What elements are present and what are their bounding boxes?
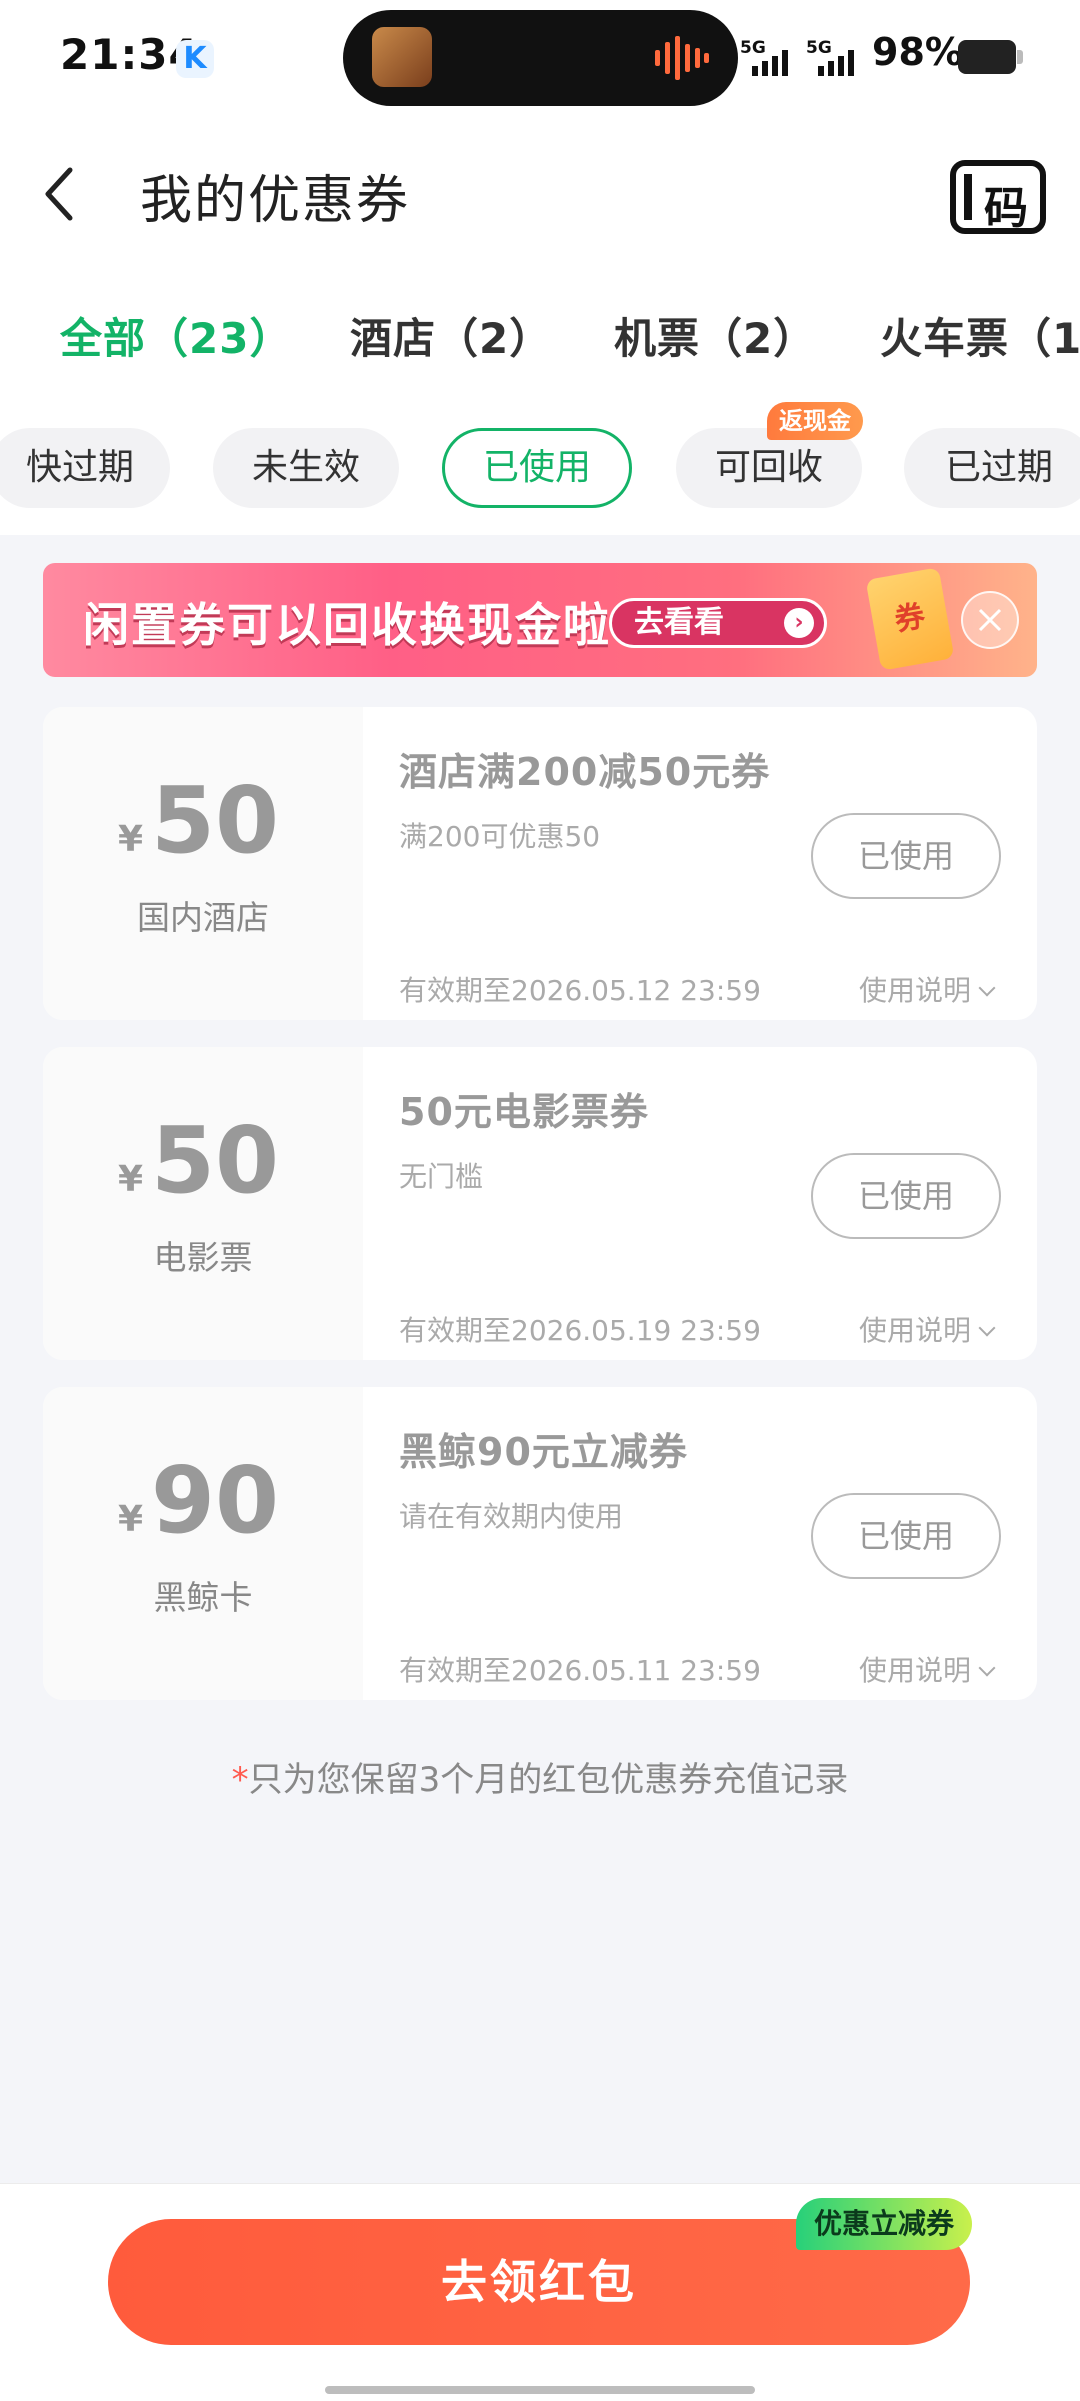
signal-2-icon	[818, 50, 854, 76]
coupon-validity: 有效期至2026.05.12 23:59	[399, 974, 761, 1007]
coupon-title: 酒店满200减50元券	[399, 750, 771, 794]
page-title: 我的优惠券	[140, 171, 411, 231]
tab-hotel[interactable]: 酒店（2）	[350, 305, 552, 366]
coupon-ticket-icon: 券	[865, 567, 955, 671]
close-icon	[978, 608, 1002, 632]
note-asterisk: *	[231, 1760, 249, 1800]
member-code-label: 码	[984, 183, 1028, 234]
chevron-down-icon	[978, 1319, 996, 1337]
coupon-category: 黑鲸卡	[153, 1578, 253, 1617]
chevron-down-icon	[978, 979, 996, 997]
currency-symbol: ¥	[118, 1499, 144, 1540]
coupon-amount: 50	[151, 767, 280, 874]
usage-instructions-link[interactable]: 使用说明	[859, 1649, 996, 1689]
battery-percent: 98%	[872, 30, 963, 74]
usage-instructions-label: 使用说明	[859, 1314, 972, 1347]
coupon-validity: 有效期至2026.05.11 23:59	[399, 1654, 761, 1687]
discount-tag: 优惠立减券	[796, 2198, 973, 2250]
usage-instructions-link[interactable]: 使用说明	[859, 969, 996, 1009]
music-cover-icon	[372, 27, 432, 87]
member-code-button[interactable]: 码	[950, 160, 1046, 234]
coupon-value-panel: ¥ 90 黑鲸卡	[43, 1387, 363, 1700]
currency-symbol: ¥	[118, 1159, 144, 1200]
note-text: 只为您保留3个月的红包优惠券充值记录	[248, 1760, 849, 1800]
coupon-status-button[interactable]: 已使用	[811, 813, 1001, 899]
banner-view-label: 去看看	[634, 605, 724, 640]
coupon-card[interactable]: ¥ 50 国内酒店 酒店满200减50元券 满200可优惠50 已使用 有效期至…	[43, 707, 1037, 1020]
battery-tip-icon	[1017, 50, 1023, 64]
tab-flight[interactable]: 机票（2）	[614, 305, 816, 366]
app-notification-icon: K	[176, 40, 214, 78]
filter-not-active[interactable]: 未生效	[213, 428, 399, 508]
coupon-title: 黑鲸90元立减券	[399, 1430, 688, 1474]
banner-close-button[interactable]	[961, 591, 1019, 649]
back-arrow-icon[interactable]	[40, 162, 86, 226]
cashback-badge: 返现金	[767, 402, 863, 440]
coupon-status-button[interactable]: 已使用	[811, 1153, 1001, 1239]
coupon-value-panel: ¥ 50 电影票	[43, 1047, 363, 1360]
coupon-condition: 无门槛	[399, 1160, 484, 1193]
coupon-amount: 90	[151, 1447, 280, 1554]
usage-instructions-label: 使用说明	[859, 974, 972, 1007]
coupon-value-panel: ¥ 50 国内酒店	[43, 707, 363, 1020]
coupon-condition: 请在有效期内使用	[399, 1500, 624, 1533]
coupon-card[interactable]: ¥ 90 黑鲸卡 黑鲸90元立减券 请在有效期内使用 已使用 有效期至2026.…	[43, 1387, 1037, 1700]
filter-recyclable[interactable]: 可回收	[676, 428, 862, 508]
retention-note: *只为您保留3个月的红包优惠券充值记录	[0, 1752, 1080, 1801]
coupon-amount: 50	[151, 1107, 280, 1214]
usage-instructions-label: 使用说明	[859, 1654, 972, 1687]
chevron-down-icon	[978, 1659, 996, 1677]
filter-expiring[interactable]: 快过期	[0, 428, 170, 508]
coupon-status-button[interactable]: 已使用	[811, 1493, 1001, 1579]
coupon-title: 50元电影票券	[399, 1090, 649, 1134]
usage-instructions-link[interactable]: 使用说明	[859, 1309, 996, 1349]
tab-all[interactable]: 全部（23）	[60, 305, 292, 366]
currency-symbol: ¥	[118, 819, 144, 860]
coupon-category: 国内酒店	[137, 898, 269, 937]
coupon-validity: 有效期至2026.05.19 23:59	[399, 1314, 761, 1347]
coupon-category: 电影票	[153, 1238, 253, 1277]
banner-text: 闲置券可以回收换现金啦	[83, 598, 611, 652]
battery-icon	[958, 40, 1016, 74]
arrow-right-icon: ›	[784, 608, 814, 638]
filter-expired[interactable]: 已过期	[904, 428, 1080, 508]
tab-train[interactable]: 火车票（1）	[880, 305, 1080, 366]
audio-wave-icon	[655, 36, 709, 80]
coupon-condition: 满200可优惠50	[399, 820, 601, 853]
banner-view-button[interactable]: 去看看 ›	[609, 598, 827, 648]
filter-used[interactable]: 已使用	[442, 428, 632, 508]
promo-banner[interactable]: 闲置券可以回收换现金啦 去看看 › 券	[43, 563, 1037, 677]
signal-1-icon	[752, 50, 788, 76]
coupon-card[interactable]: ¥ 50 电影票 50元电影票券 无门槛 已使用 有效期至2026.05.19 …	[43, 1047, 1037, 1360]
home-indicator[interactable]	[325, 2386, 755, 2394]
